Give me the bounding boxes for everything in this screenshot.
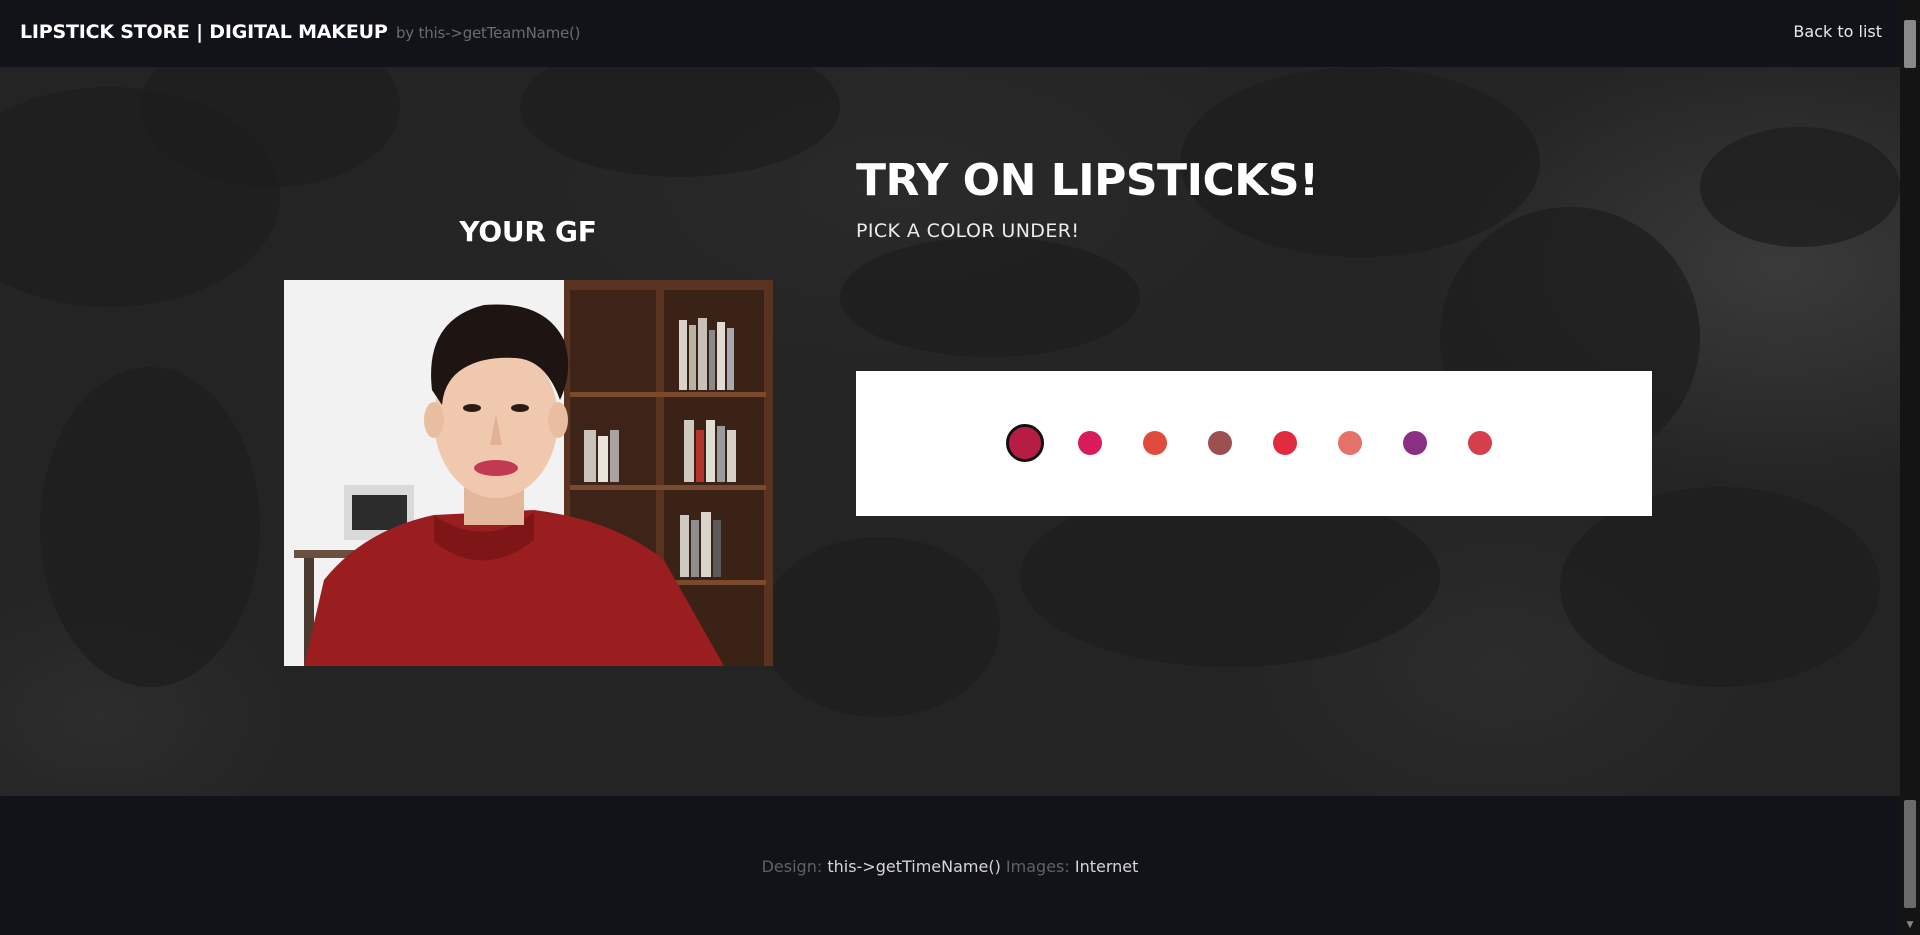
page-scrollbar[interactable]: ▼ xyxy=(1900,0,1920,935)
scrollbar-thumb[interactable] xyxy=(1904,20,1916,68)
bg-blob xyxy=(1700,127,1900,247)
back-to-list-link[interactable]: Back to list xyxy=(1793,22,1882,41)
top-navbar: LIPSTICK STORE | DIGITAL MAKEUP by this-… xyxy=(0,0,1900,67)
bg-blob xyxy=(840,237,1140,357)
try-on-heading: TRY ON LIPSTICKS! xyxy=(856,155,1319,206)
brand-byline: by this->getTeamName() xyxy=(395,24,581,42)
color-swatch-5[interactable] xyxy=(1273,431,1297,455)
color-swatch-1[interactable] xyxy=(1006,424,1044,462)
color-swatch-3[interactable] xyxy=(1143,431,1167,455)
images-label: Images: xyxy=(1005,857,1070,876)
color-swatch-7[interactable] xyxy=(1403,431,1427,455)
scrollbar-track-segment xyxy=(1904,800,1916,908)
color-swatch-4[interactable] xyxy=(1208,431,1232,455)
webcam-preview xyxy=(284,280,773,666)
bg-blob xyxy=(520,67,840,177)
bg-blob xyxy=(1560,487,1880,687)
your-gf-heading: YOUR GF xyxy=(459,215,597,248)
brand-title: LIPSTICK STORE | DIGITAL MAKEUP xyxy=(20,21,388,43)
color-swatch-6[interactable] xyxy=(1338,431,1362,455)
footer-credits: Design: this->getTimeName() Images: Inte… xyxy=(0,857,1900,876)
page-footer: Design: this->getTimeName() Images: Inte… xyxy=(0,796,1900,935)
design-value: this->getTimeName() xyxy=(827,857,1001,876)
hero-section: YOUR GF TRY ON LIPSTICKS! PICK A COLOR U… xyxy=(0,67,1900,796)
webcam-image xyxy=(284,280,773,666)
scroll-down-arrow-icon[interactable]: ▼ xyxy=(1904,919,1916,931)
images-value: Internet xyxy=(1074,857,1139,876)
color-swatch-8[interactable] xyxy=(1468,431,1492,455)
design-label: Design: xyxy=(761,857,823,876)
site-brand[interactable]: LIPSTICK STORE | DIGITAL MAKEUP by this-… xyxy=(20,21,581,43)
color-swatch-2[interactable] xyxy=(1078,431,1102,455)
pick-color-subtitle: PICK A COLOR UNDER! xyxy=(856,220,1080,242)
bg-blob xyxy=(40,367,260,687)
lipstick-color-palette xyxy=(856,371,1652,516)
bg-blob xyxy=(760,537,1000,717)
